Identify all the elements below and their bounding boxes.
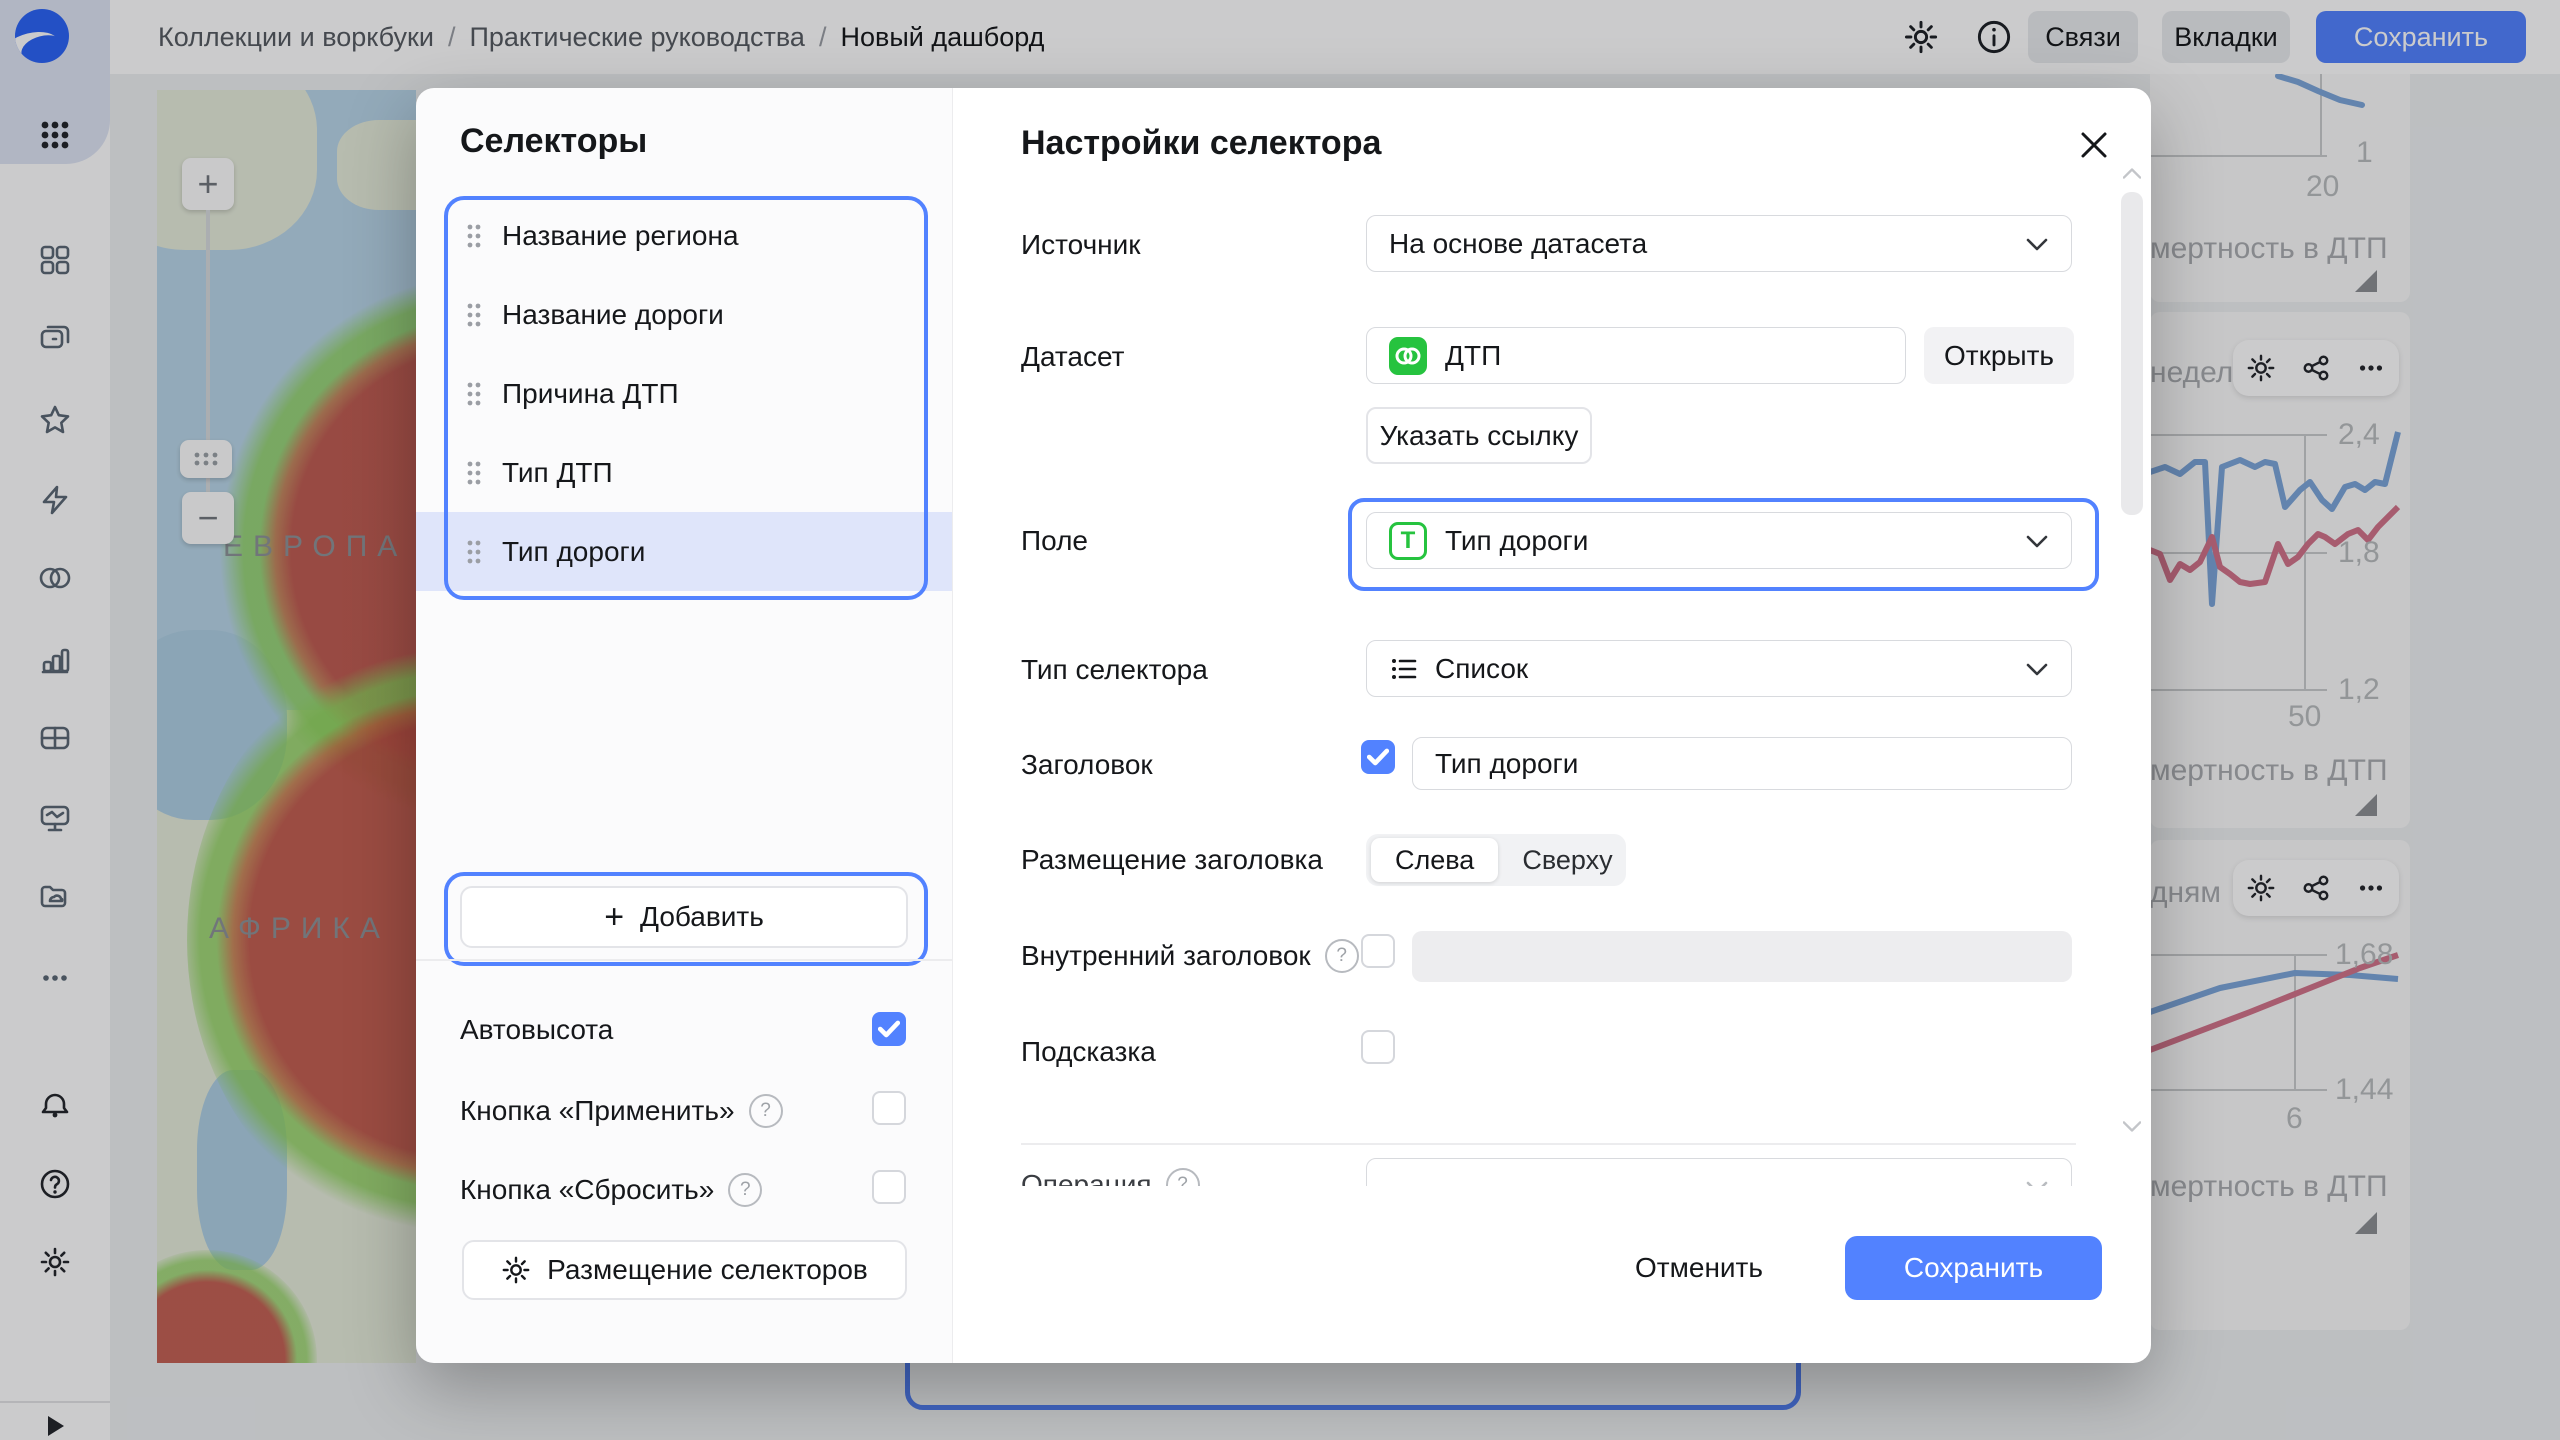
source-field-label: Источник: [1021, 229, 1141, 261]
reset-button-option-label: Кнопка «Сбросить» ?: [460, 1173, 762, 1207]
add-button-label: Добавить: [640, 901, 764, 933]
help-question-icon[interactable]: ?: [728, 1173, 762, 1207]
autoheight-checkbox[interactable]: [872, 1012, 906, 1046]
selector-type-value: Список: [1435, 653, 1528, 685]
check-icon: [1367, 748, 1389, 766]
close-icon[interactable]: [2077, 128, 2111, 162]
chevron-down-icon: [2025, 237, 2049, 251]
selector-list-item[interactable]: Название региона: [444, 196, 920, 275]
list-icon: [1389, 654, 1419, 684]
dialog-scrollbar-thumb[interactable]: [2121, 192, 2143, 515]
chevron-down-icon: [2025, 662, 2049, 676]
selector-type-select[interactable]: Список: [1366, 640, 2072, 697]
drag-handle-icon[interactable]: [466, 223, 482, 249]
operation-select[interactable]: [1366, 1158, 2072, 1186]
help-question-icon[interactable]: ?: [749, 1094, 783, 1128]
title-label-text: Заголовок: [1021, 749, 1153, 781]
hint-label-text: Подсказка: [1021, 1036, 1156, 1068]
placement-button-label: Размещение селекторов: [547, 1254, 868, 1286]
reset-button-checkbox[interactable]: [872, 1170, 906, 1204]
title-field-label: Заголовок: [1021, 749, 1153, 781]
scroll-up-icon[interactable]: [2123, 168, 2141, 180]
title-checkbox[interactable]: [1361, 740, 1395, 774]
placement-option-left[interactable]: Слева: [1371, 838, 1498, 882]
selector-list-item[interactable]: Причина ДТП: [444, 354, 920, 433]
apply-button-option-label: Кнопка «Применить» ?: [460, 1094, 783, 1128]
drag-handle-icon[interactable]: [466, 460, 482, 486]
selector-list-item-selected[interactable]: Тип дороги: [444, 512, 920, 591]
selectors-panel: Селекторы Название региона Название доро…: [416, 88, 952, 1363]
inner-title-checkbox[interactable]: [1361, 934, 1395, 968]
specify-link-button[interactable]: Указать ссылку: [1366, 407, 1592, 464]
autoheight-label: Автовысота: [460, 1014, 613, 1046]
field-type-icon: T: [1389, 522, 1427, 560]
scroll-down-icon[interactable]: [2123, 1120, 2141, 1132]
chevron-down-icon: [2025, 534, 2049, 548]
help-question-icon[interactable]: ?: [1325, 939, 1359, 973]
field-label-text: Поле: [1021, 525, 1088, 557]
dialog-divider: [1021, 1143, 2076, 1145]
autoheight-label-text: Автовысота: [460, 1014, 613, 1046]
operation-label: Операция ?: [1021, 1168, 1200, 1186]
drag-handle-icon[interactable]: [466, 539, 482, 565]
title-placement-label-text: Размещение заголовка: [1021, 844, 1323, 876]
chevron-down-icon: [2025, 1180, 2049, 1187]
title-placement-segmented: Слева Сверху: [1366, 834, 1626, 886]
field-value: Тип дороги: [1445, 525, 1588, 557]
title-placement-label: Размещение заголовка: [1021, 844, 1323, 876]
operation-row-clipped: Операция ?: [953, 1146, 2151, 1186]
reset-label-text: Кнопка «Сбросить»: [460, 1174, 714, 1206]
selector-item-label: Название дороги: [502, 299, 724, 331]
source-label-text: Источник: [1021, 229, 1141, 261]
dataset-field-label: Датасет: [1021, 341, 1124, 373]
check-icon: [878, 1020, 900, 1038]
title-input-value: Тип дороги: [1435, 748, 1578, 780]
selector-list-item[interactable]: Название дороги: [444, 275, 920, 354]
open-dataset-button[interactable]: Открыть: [1924, 327, 2074, 384]
field-field-label: Поле: [1021, 525, 1088, 557]
add-selector-button[interactable]: + Добавить: [460, 886, 908, 948]
panel-title: Селекторы: [460, 122, 647, 161]
dialog-title: Настройки селектора: [1021, 124, 1381, 163]
inner-title-input-disabled: [1412, 931, 2072, 982]
selector-list-item[interactable]: Тип ДТП: [444, 433, 920, 512]
hint-checkbox[interactable]: [1361, 1030, 1395, 1064]
apply-label-text: Кнопка «Применить»: [460, 1095, 735, 1127]
operation-label-text: Операция: [1021, 1169, 1152, 1186]
inner-title-label-text: Внутренний заголовок: [1021, 940, 1311, 972]
gear-icon: [501, 1255, 531, 1285]
dataset-input[interactable]: ДТП: [1366, 327, 1906, 384]
selector-type-label: Тип селектора: [1021, 654, 1208, 686]
selector-type-label-text: Тип селектора: [1021, 654, 1208, 686]
dataset-value: ДТП: [1445, 340, 1501, 372]
field-select[interactable]: T Тип дороги: [1366, 512, 2072, 569]
selector-settings-dialog: Настройки селектора Источник На основе д…: [952, 88, 2151, 1363]
panel-divider: [416, 959, 952, 961]
screen: ЕВРОПА АФРИКА + − 20 1 мертность в ДТП: [0, 0, 2560, 1440]
dataset-label-text: Датасет: [1021, 341, 1124, 373]
dataset-icon: [1389, 337, 1427, 375]
selector-item-label: Тип дороги: [502, 536, 645, 568]
selector-item-label: Название региона: [502, 220, 739, 252]
inner-title-label: Внутренний заголовок ?: [1021, 939, 1359, 973]
placement-option-top[interactable]: Сверху: [1498, 838, 1636, 882]
selector-item-label: Причина ДТП: [502, 378, 679, 410]
cancel-button[interactable]: Отменить: [1619, 1240, 1779, 1296]
title-input[interactable]: Тип дороги: [1412, 737, 2072, 790]
drag-handle-icon[interactable]: [466, 302, 482, 328]
hint-label: Подсказка: [1021, 1036, 1156, 1068]
apply-button-checkbox[interactable]: [872, 1091, 906, 1125]
source-select[interactable]: На основе датасета: [1366, 215, 2072, 272]
selectors-placement-button[interactable]: Размещение селекторов: [462, 1240, 907, 1300]
selector-modal: Селекторы Название региона Название доро…: [416, 88, 2150, 1363]
selector-item-label: Тип ДТП: [502, 457, 613, 489]
help-question-icon[interactable]: ?: [1166, 1168, 1200, 1186]
save-selector-button[interactable]: Сохранить: [1845, 1236, 2102, 1300]
source-value: На основе датасета: [1389, 228, 1647, 260]
drag-handle-icon[interactable]: [466, 381, 482, 407]
